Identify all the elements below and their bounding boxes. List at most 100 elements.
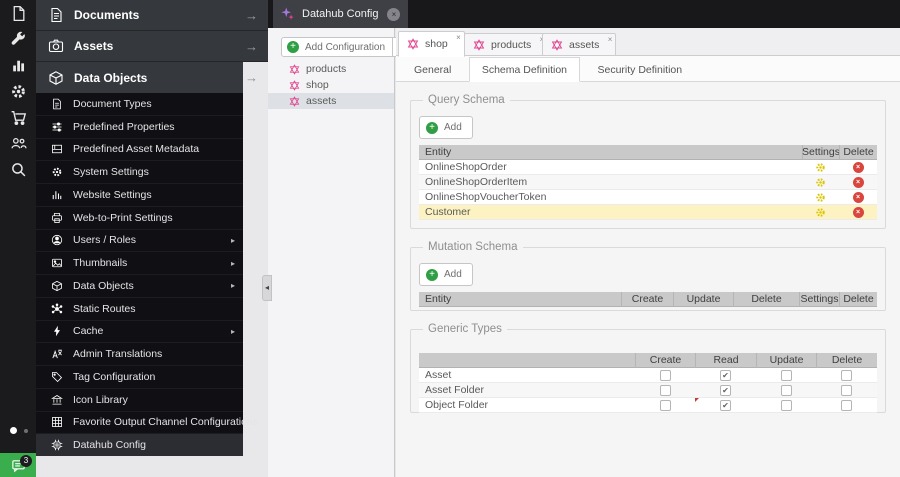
- checkbox-asset-folder-create[interactable]: [660, 385, 671, 396]
- arrow-right-icon: →: [245, 39, 258, 54]
- menu-item-tag-configuration[interactable]: Tag Configuration: [36, 366, 243, 389]
- tab-shop[interactable]: shop ×: [398, 31, 465, 57]
- accordion-data-objects-header[interactable]: Data Objects: [36, 62, 243, 93]
- mutation-schema-header: Entity Create Update Delete Settings Del…: [419, 292, 877, 307]
- menu-item-icon-library[interactable]: Icon Library: [36, 389, 243, 412]
- column-header-delete[interactable]: Delete: [839, 292, 877, 307]
- sparkles-icon: [281, 7, 295, 21]
- table-row[interactable]: Object Folder: [419, 398, 877, 413]
- column-header-delete[interactable]: Delete: [839, 145, 877, 160]
- menu-item-data-objects[interactable]: Data Objects ▸: [36, 275, 243, 298]
- delete-icon[interactable]: ×: [853, 192, 864, 203]
- menu-item-document-types[interactable]: Document Types: [36, 93, 243, 116]
- query-schema-add-button[interactable]: + Add: [419, 116, 473, 139]
- graphql-config-icon: [473, 39, 485, 51]
- config-item-shop[interactable]: shop: [268, 77, 394, 93]
- config-item-products[interactable]: products: [268, 61, 394, 77]
- column-header-read[interactable]: Read: [695, 353, 756, 368]
- settings-gear-icon[interactable]: [802, 175, 839, 190]
- column-header-create[interactable]: Create: [621, 292, 673, 307]
- column-header-update[interactable]: Update: [756, 353, 816, 368]
- arrow-right-icon: →: [245, 8, 258, 23]
- checkbox-asset-read[interactable]: [720, 370, 731, 381]
- delete-icon[interactable]: ×: [853, 207, 864, 218]
- menu-item-predefined-asset-metadata[interactable]: Predefined Asset Metadata: [36, 139, 243, 162]
- tools-wrench-icon[interactable]: [0, 26, 36, 52]
- column-header-settings[interactable]: Settings: [802, 145, 839, 160]
- table-row[interactable]: Customer ×: [419, 205, 877, 220]
- dirty-cell: [695, 398, 756, 413]
- close-icon[interactable]: ×: [456, 33, 461, 42]
- checkbox-object-folder-delete[interactable]: [841, 400, 852, 411]
- checkbox-asset-folder-delete[interactable]: [841, 385, 852, 396]
- accordion-assets[interactable]: Assets →: [36, 31, 268, 62]
- settings-gear-icon[interactable]: [802, 190, 839, 205]
- tab-assets[interactable]: assets ×: [542, 33, 616, 56]
- ecommerce-cart-icon[interactable]: [0, 104, 36, 130]
- close-icon[interactable]: ×: [387, 8, 400, 21]
- column-header-entity[interactable]: Entity: [419, 145, 802, 160]
- datahub-config-workspace-tab[interactable]: Datahub Config ×: [273, 0, 408, 28]
- table-row[interactable]: Asset: [419, 368, 877, 383]
- menu-item-admin-translations[interactable]: Admin Translations: [36, 343, 243, 366]
- checkbox-asset-delete[interactable]: [841, 370, 852, 381]
- settings-gear-icon[interactable]: [0, 78, 36, 104]
- notifications-chat-button[interactable]: 3: [0, 453, 36, 477]
- menu-item-static-routes[interactable]: Static Routes: [36, 298, 243, 321]
- dot-inactive[interactable]: [24, 429, 28, 433]
- documents-icon[interactable]: [0, 0, 36, 26]
- menu-item-web-to-print-settings[interactable]: Web-to-Print Settings: [36, 207, 243, 230]
- subtab-schema-definition[interactable]: Schema Definition: [469, 57, 580, 82]
- grid-icon: [51, 416, 63, 428]
- checkbox-asset-folder-read[interactable]: [720, 385, 731, 396]
- cube-icon: [51, 280, 63, 292]
- column-header-entity[interactable]: Entity: [419, 292, 621, 307]
- checkbox-asset-create[interactable]: [660, 370, 671, 381]
- menu-item-datahub-config[interactable]: Datahub Config: [36, 434, 243, 456]
- printer-icon: [51, 212, 63, 224]
- search-icon[interactable]: [0, 156, 36, 182]
- tab-products[interactable]: products ×: [464, 33, 548, 56]
- delete-icon[interactable]: ×: [853, 162, 864, 173]
- config-item-assets[interactable]: assets: [268, 93, 394, 109]
- checkbox-object-folder-read[interactable]: [720, 400, 731, 411]
- close-icon[interactable]: ×: [608, 35, 613, 44]
- gear-icon: [51, 166, 63, 178]
- column-header-settings[interactable]: Settings: [799, 292, 839, 307]
- query-schema-legend: Query Schema: [423, 94, 510, 106]
- menu-item-favorite-output-channel-configurations[interactable]: Favorite Output Channel Configurations: [36, 412, 243, 435]
- checkbox-object-folder-update[interactable]: [781, 400, 792, 411]
- column-header-create[interactable]: Create: [635, 353, 695, 368]
- subtab-general[interactable]: General: [401, 57, 464, 82]
- delete-icon[interactable]: ×: [853, 177, 864, 188]
- add-configuration-button[interactable]: + Add Configuration ▾: [281, 37, 409, 57]
- config-tabs: shop × products × assets ×: [396, 28, 900, 56]
- column-header-update[interactable]: Update: [673, 292, 733, 307]
- panel-collapse-handle[interactable]: ◂: [262, 275, 272, 301]
- menu-item-thumbnails[interactable]: Thumbnails ▸: [36, 252, 243, 275]
- menu-item-cache[interactable]: Cache ▸: [36, 321, 243, 344]
- menu-item-system-settings[interactable]: System Settings: [36, 161, 243, 184]
- dot-active[interactable]: [10, 427, 17, 434]
- accordion-documents[interactable]: Documents →: [36, 0, 268, 31]
- menu-item-website-settings[interactable]: Website Settings: [36, 184, 243, 207]
- reports-chart-icon[interactable]: [0, 52, 36, 78]
- menu-item-users-roles[interactable]: Users / Roles ▸: [36, 230, 243, 253]
- settings-gear-icon[interactable]: [802, 160, 839, 175]
- table-row[interactable]: Asset Folder: [419, 383, 877, 398]
- table-row[interactable]: OnlineShopOrder ×: [419, 160, 877, 175]
- checkbox-asset-update[interactable]: [781, 370, 792, 381]
- checkbox-asset-folder-update[interactable]: [781, 385, 792, 396]
- accordion-data-objects[interactable]: Data Objects →: [36, 62, 268, 93]
- mutation-schema-add-button[interactable]: + Add: [419, 263, 473, 286]
- menu-item-predefined-properties[interactable]: Predefined Properties: [36, 116, 243, 139]
- table-row[interactable]: OnlineShopVoucherToken ×: [419, 190, 877, 205]
- settings-gear-icon[interactable]: [802, 205, 839, 220]
- table-row[interactable]: OnlineShopOrderItem ×: [419, 175, 877, 190]
- checkbox-object-folder-create[interactable]: [660, 400, 671, 411]
- subtab-security-definition[interactable]: Security Definition: [584, 57, 695, 82]
- asset-metadata-icon: [51, 143, 63, 155]
- column-header-delete[interactable]: Delete: [816, 353, 877, 368]
- customers-icon[interactable]: [0, 130, 36, 156]
- column-header-delete[interactable]: Delete: [733, 292, 799, 307]
